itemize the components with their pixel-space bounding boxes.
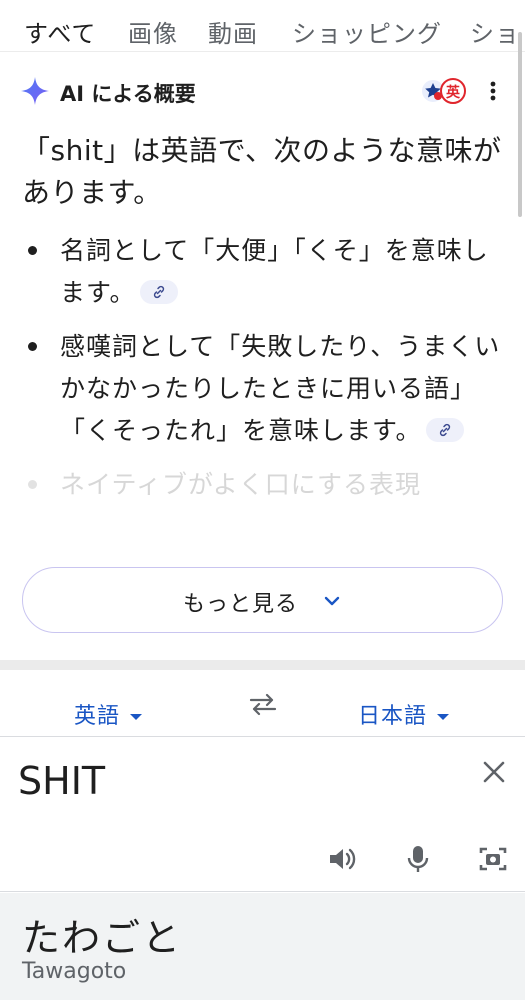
tab-videos[interactable]: 動画 (208, 14, 258, 49)
translate-output-text: たわごと (22, 916, 183, 960)
section-divider (0, 660, 525, 670)
scrollbar[interactable] (518, 32, 522, 217)
tab-images[interactable]: 画像 (128, 14, 178, 49)
ai-overview-header: AI による概要 英 (20, 74, 505, 108)
dropdown-caret-icon (437, 714, 450, 720)
target-language-label: 日本語 (358, 704, 428, 729)
tab-shopping[interactable]: ショッピング (292, 14, 442, 49)
svg-text:英: 英 (445, 84, 461, 101)
chevron-down-icon (324, 596, 340, 606)
source-link-chip[interactable] (425, 418, 464, 442)
ai-overview-title: AI による概要 (60, 82, 196, 106)
ai-overview-body: 「shit」は英語で、次のような意味があります。 名詞として「大便」「くそ」を意… (22, 130, 502, 518)
tab-more[interactable]: ショ (470, 14, 520, 49)
more-options-icon[interactable] (481, 78, 505, 104)
clear-icon[interactable] (481, 759, 507, 785)
source-language-label: 英語 (74, 704, 121, 729)
swap-icon[interactable] (248, 692, 278, 716)
translate-input-text[interactable]: SHIT (18, 759, 105, 803)
list-item: ネイティブがよく口にする表現 (22, 464, 502, 506)
bullet-text: 名詞として「大便」「くそ」を意味します。 (60, 236, 489, 307)
ai-overview-lead: 「shit」は英語で、次のような意味があります。 (22, 134, 502, 209)
dropdown-caret-icon (130, 714, 143, 720)
translate-output-box: たわごと Tawagoto (0, 893, 525, 1000)
tab-all[interactable]: すべて (24, 14, 96, 49)
speaker-icon[interactable] (326, 843, 358, 875)
ai-overview-bullets: 名詞として「大便」「くそ」を意味します。 感嘆詞として「失敗したり、うまくいかな… (22, 230, 502, 506)
search-tabs: すべて 画像 動画 ショッピング ショ (0, 0, 525, 52)
source-favicons-icon[interactable]: 英 (419, 74, 469, 108)
link-icon (439, 423, 450, 437)
translate-romanization: Tawagoto (22, 959, 127, 984)
mic-icon[interactable] (402, 843, 434, 875)
list-item: 感嘆詞として「失敗したり、うまくいかなかったりしたときに用いる語」「くそったれ」… (22, 326, 502, 452)
sparkle-icon (21, 77, 49, 105)
source-link-chip[interactable] (139, 280, 178, 304)
camera-icon[interactable] (477, 843, 509, 875)
link-icon (153, 285, 164, 299)
show-more-button[interactable]: もっと見る (22, 567, 503, 633)
target-language-select[interactable]: 日本語 (358, 698, 450, 730)
bullet-text: ネイティブがよく口にする表現 (60, 470, 422, 499)
show-more-label: もっと見る (183, 592, 299, 617)
list-item: 名詞として「大便」「くそ」を意味します。 (22, 230, 502, 314)
translate-input-box[interactable]: SHIT (0, 736, 525, 892)
source-language-select[interactable]: 英語 (74, 698, 143, 730)
